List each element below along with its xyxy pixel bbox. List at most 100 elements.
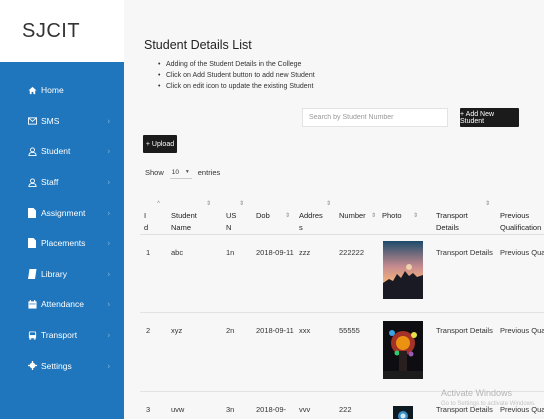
student-photo[interactable] (383, 402, 423, 419)
entries-label: entries (197, 168, 221, 177)
sort-icon: ⇕ (205, 201, 211, 207)
cell-student-name: xyz (171, 326, 183, 335)
previous-qualification-link[interactable]: Previous Qualification (500, 325, 544, 336)
sort-icon: ⇕ (370, 213, 376, 219)
chevron-right-icon: › (107, 299, 110, 309)
student-photo[interactable] (383, 241, 423, 299)
sidebar-item-transport[interactable]: Transport › (0, 320, 124, 351)
cell-id: 3 (146, 405, 151, 414)
activate-windows-subtitle: Go to Settings to activate Windows. (441, 401, 536, 407)
column-header-previous-qualification[interactable]: Previous Qualification (500, 198, 544, 234)
sort-icon: ⇕ (284, 213, 290, 219)
chevron-right-icon: › (107, 361, 110, 371)
cell-number: 222222 (339, 248, 365, 257)
column-header-id[interactable]: I d ^ (144, 198, 160, 234)
sort-icon: ⇕ (412, 213, 418, 219)
brand-logo-text[interactable]: SJCIT (22, 20, 80, 43)
table-row: 2 xyz 2n 2018-09-11 xxx 55555 Transport … (140, 313, 544, 392)
student-table: I d ^ Student Name ⇕ US N ⇕ Dob ⇕ Addres s ⇕ … (140, 190, 544, 419)
cell-usn: 2n (226, 326, 235, 335)
cell-dob: 2018-09-11 (256, 326, 294, 335)
cell-address: vvv (299, 405, 311, 414)
sidebar-item-label: Library (41, 268, 67, 279)
chevron-right-icon: › (107, 238, 110, 248)
column-header-dob[interactable]: Dob ⇕ (256, 210, 290, 222)
sidebar-item-label: Transport (41, 330, 78, 341)
entries-select-value: 10 (171, 168, 179, 176)
home-icon (27, 85, 37, 95)
user-icon (27, 177, 37, 187)
chevron-right-icon: › (107, 330, 110, 340)
previous-qualification-link[interactable]: Previous Qualification (500, 247, 544, 258)
add-student-button[interactable]: + Add New Student (460, 108, 519, 127)
sidebar-item-placements[interactable]: Placements › (0, 228, 124, 259)
cell-usn: 3n (226, 405, 235, 414)
instruction-item: Adding of the Student Details in the Col… (158, 59, 315, 70)
document-icon (27, 238, 37, 249)
sidebar-item-settings[interactable]: Settings › (0, 350, 124, 381)
cell-student-name: uvw (171, 405, 185, 414)
sort-icon: ⇕ (325, 201, 331, 207)
sort-icon: ⇕ (484, 201, 490, 207)
instruction-item: Click on Add Student button to add new S… (158, 70, 315, 81)
main-content: Student Details List Adding of the Stude… (124, 0, 544, 419)
cell-usn: 1n (226, 248, 235, 257)
show-label: Show (145, 168, 164, 177)
table-header: I d ^ Student Name ⇕ US N ⇕ Dob ⇕ Addres s ⇕ … (140, 190, 544, 235)
cell-address: xxx (299, 326, 311, 335)
cell-number: 55555 (339, 326, 360, 335)
sidebar-item-label: Staff (41, 177, 59, 188)
chevron-right-icon: › (107, 208, 110, 218)
page-title: Student Details List (144, 38, 252, 52)
sidebar-item-label: Home (41, 85, 64, 96)
chevron-right-icon: › (107, 269, 110, 279)
entries-select[interactable]: 10 ▼ (169, 166, 192, 179)
cell-dob: 2018-09- (256, 405, 287, 414)
sort-icon: ⇕ (238, 201, 244, 207)
upload-button[interactable]: + Upload (143, 135, 177, 153)
sidebar-item-assignment[interactable]: Assignment › (0, 197, 124, 228)
calendar-icon (27, 299, 37, 309)
transport-details-link[interactable]: Transport Details (436, 325, 493, 336)
column-header-address[interactable]: Addres s ⇕ (299, 198, 331, 234)
sidebar-item-label: SMS (41, 115, 60, 126)
document-icon (27, 207, 37, 218)
sidebar-item-staff[interactable]: Staff › (0, 167, 124, 198)
bus-icon (27, 330, 37, 340)
user-icon (27, 146, 37, 156)
column-header-student-name[interactable]: Student Name ⇕ (171, 198, 211, 234)
sidebar-item-library[interactable]: Library › (0, 259, 124, 290)
sidebar-nav: Home SMS › Student › Staff › Assignment … (0, 75, 124, 381)
sidebar-item-sms[interactable]: SMS › (0, 106, 124, 137)
chevron-down-icon: ▼ (184, 169, 190, 175)
instruction-list: Adding of the Student Details in the Col… (158, 59, 315, 92)
student-photo[interactable] (383, 321, 423, 379)
transport-details-link[interactable]: Transport Details (436, 247, 493, 258)
cell-student-name: abc (171, 248, 184, 257)
chevron-right-icon: › (107, 116, 110, 126)
cell-dob: 2018-09-11 (256, 248, 294, 257)
sidebar-item-label: Student (41, 146, 71, 157)
brand-header: SJCIT (0, 0, 124, 62)
cell-id: 2 (146, 326, 151, 335)
chevron-right-icon: › (107, 146, 110, 156)
entries-length-control: Show 10 ▼ entries (145, 166, 220, 179)
sidebar-item-label: Settings (41, 360, 72, 371)
sidebar-item-label: Placements (41, 238, 86, 249)
search-input[interactable] (302, 108, 448, 127)
column-header-transport-details[interactable]: Transport Details ⇕ (436, 198, 490, 234)
sidebar-item-student[interactable]: Student › (0, 136, 124, 167)
cell-number: 222 (339, 405, 352, 414)
sidebar-item-home[interactable]: Home (0, 75, 124, 106)
gear-icon (27, 361, 37, 371)
column-header-number[interactable]: Number ⇕ (339, 210, 376, 222)
cell-id: 1 (146, 248, 151, 257)
column-header-photo[interactable]: Photo ⇕ (382, 210, 418, 222)
column-header-usn[interactable]: US N ⇕ (226, 198, 244, 234)
sidebar-item-label: Attendance (41, 299, 85, 310)
activate-windows-watermark: Activate Windows (441, 388, 513, 398)
sidebar-item-attendance[interactable]: Attendance › (0, 289, 124, 320)
sort-icon: ^ (157, 201, 160, 207)
cell-address: zzz (299, 248, 311, 257)
sidebar: SJCIT Home SMS › Student › Staff › Assig… (0, 0, 124, 419)
